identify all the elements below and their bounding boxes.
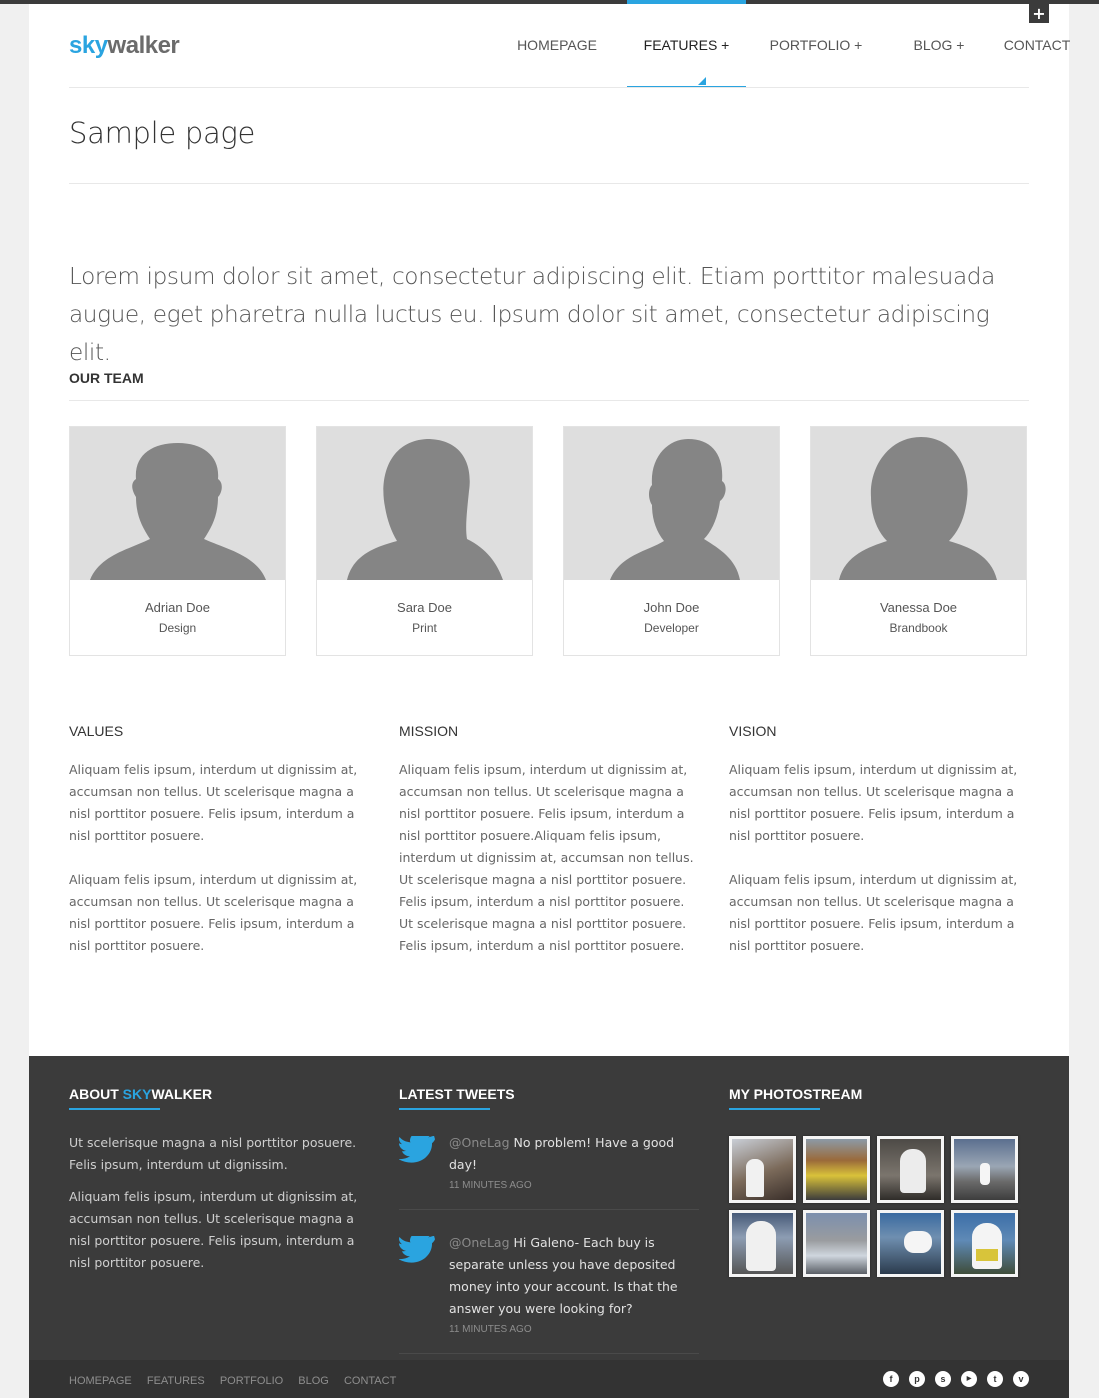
bottom-link-portfolio[interactable]: PORTFOLIO: [220, 1375, 283, 1387]
team-member-role: Brandbook: [889, 621, 948, 635]
team-card[interactable]: Adrian Doe Design: [69, 426, 286, 656]
team-member-name: John Doe: [643, 600, 700, 615]
values-title: VALUES: [69, 723, 124, 739]
tweet-time: 11 MINUTES AGO: [449, 1324, 532, 1335]
team-heading: OUR TEAM: [69, 370, 144, 386]
vimeo-icon[interactable]: v: [1013, 1371, 1029, 1387]
tweets-widget: LATEST TWEETS @OneLag No problem! Have a…: [399, 1086, 699, 1354]
bottom-bar: HOMEPAGE FEATURES PORTFOLIO BLOG CONTACT…: [29, 1360, 1069, 1398]
photostream-title: MY PHOTOSTREAM: [729, 1086, 1029, 1110]
photostream-grid: [729, 1136, 1029, 1296]
values-column: VALUES Aliquam felis ipsum, interdum ut …: [69, 723, 369, 979]
about-widget: ABOUT SKYWALKER Ut scelerisque magna a n…: [69, 1086, 369, 1274]
tweet-item: @OneLag No problem! Have a good day! 11 …: [399, 1110, 699, 1210]
values-paragraph: Aliquam felis ipsum, interdum ut digniss…: [69, 872, 358, 953]
team-member-name: Vanessa Doe: [879, 600, 958, 615]
vision-title: VISION: [729, 723, 777, 739]
twitter-icon[interactable]: t: [987, 1371, 1003, 1387]
mission-title: MISSION: [399, 723, 459, 739]
avatar-placeholder-icon: [564, 427, 779, 580]
page-title: Sample page: [69, 116, 256, 150]
bottom-link-features[interactable]: FEATURES: [147, 1375, 205, 1387]
nav-homepage[interactable]: HOMEPAGE: [497, 4, 617, 88]
intro-text: Lorem ipsum dolor sit amet, consectetur …: [69, 263, 995, 366]
photostream-thumbnail[interactable]: [877, 1210, 944, 1277]
header-divider: [69, 87, 1029, 88]
vision-column: VISION Aliquam felis ipsum, interdum ut …: [729, 723, 1029, 979]
team-member-name: Adrian Doe: [144, 600, 211, 615]
about-paragraph: Aliquam felis ipsum, interdum ut digniss…: [69, 1189, 358, 1270]
avatar-placeholder-icon: [811, 427, 1026, 580]
photostream-widget: MY PHOTOSTREAM: [729, 1086, 1029, 1110]
vision-paragraph: Aliquam felis ipsum, interdum ut digniss…: [729, 872, 1018, 953]
logo-walker: walker: [107, 32, 180, 59]
logo-sky: sky: [69, 32, 108, 59]
photostream-thumbnail[interactable]: [951, 1136, 1018, 1203]
photostream-thumbnail[interactable]: [729, 1210, 796, 1277]
photostream-thumbnail[interactable]: [951, 1210, 1018, 1277]
tweet-text: @OneLag Hi Galeno- Each buy is separate …: [449, 1235, 678, 1316]
tweet-item: @OneLag Hi Galeno- Each buy is separate …: [399, 1210, 699, 1354]
team-member-role: Print: [412, 621, 437, 635]
logo[interactable]: skywalker: [69, 32, 180, 60]
nav-active-corner: [698, 77, 706, 85]
bottom-nav: HOMEPAGE FEATURES PORTFOLIO BLOG CONTACT: [69, 1360, 406, 1398]
mission-paragraph: Aliquam felis ipsum, interdum ut digniss…: [399, 762, 694, 953]
team-divider: [69, 400, 1029, 401]
bottom-link-contact[interactable]: CONTACT: [344, 1375, 396, 1387]
footer: ABOUT SKYWALKER Ut scelerisque magna a n…: [29, 1056, 1069, 1360]
vision-paragraph: Aliquam felis ipsum, interdum ut digniss…: [729, 762, 1018, 843]
team-card[interactable]: Vanessa Doe Brandbook: [810, 426, 1027, 656]
twitter-bird-icon: [399, 1136, 435, 1163]
team-card[interactable]: John Doe Developer: [563, 426, 780, 656]
twitter-bird-icon: [399, 1236, 435, 1263]
facebook-icon[interactable]: f: [883, 1371, 899, 1387]
title-divider: [69, 183, 1029, 184]
values-paragraph: Aliquam felis ipsum, interdum ut digniss…: [69, 762, 358, 843]
photostream-thumbnail[interactable]: [877, 1136, 944, 1203]
team-member-name: Sara Doe: [397, 600, 452, 615]
social-links: f p s ▶ t v: [873, 1360, 1029, 1398]
plus-toggle-button[interactable]: +: [1029, 4, 1049, 23]
about-paragraph: Ut scelerisque magna a nisl porttitor po…: [69, 1135, 357, 1172]
youtube-icon[interactable]: ▶: [961, 1371, 977, 1387]
mission-column: MISSION Aliquam felis ipsum, interdum ut…: [399, 723, 699, 979]
photostream-thumbnail[interactable]: [803, 1136, 870, 1203]
tweets-title: LATEST TWEETS: [399, 1086, 699, 1110]
bottom-link-blog[interactable]: BLOG: [298, 1375, 329, 1387]
tweet-text: @OneLag No problem! Have a good day!: [449, 1135, 675, 1172]
page-container: skywalker HOMEPAGE FEATURES + PORTFOLIO …: [29, 0, 1070, 1398]
nav-portfolio[interactable]: PORTFOLIO +: [756, 4, 876, 88]
photostream-thumbnail[interactable]: [803, 1210, 870, 1277]
photostream-thumbnail[interactable]: [729, 1136, 796, 1203]
avatar-placeholder-icon: [317, 427, 532, 580]
tweet-time: 11 MINUTES AGO: [449, 1180, 532, 1191]
skype-icon[interactable]: s: [935, 1371, 951, 1387]
team-member-role: Design: [158, 621, 197, 635]
team-card[interactable]: Sara Doe Print: [316, 426, 533, 656]
pinterest-icon[interactable]: p: [909, 1371, 925, 1387]
bottom-link-homepage[interactable]: HOMEPAGE: [69, 1375, 132, 1387]
tweet-handle-link[interactable]: @OneLag: [449, 1135, 510, 1150]
about-title: ABOUT SKYWALKER: [69, 1086, 369, 1110]
tweet-handle-link[interactable]: @OneLag: [449, 1235, 510, 1250]
nav-features[interactable]: FEATURES +: [627, 0, 746, 88]
team-member-role: Developer: [644, 621, 699, 635]
avatar-placeholder-icon: [70, 427, 285, 580]
